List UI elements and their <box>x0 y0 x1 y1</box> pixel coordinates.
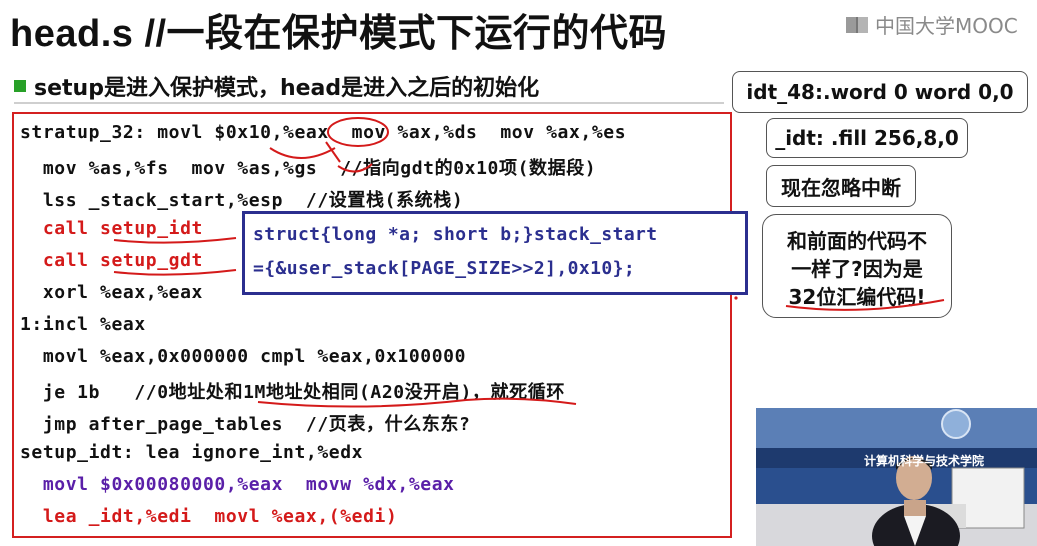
code-line-10: jmp after_page_tables //页表，什么东东? <box>20 414 471 435</box>
mooc-logo: 中国大学MOOC <box>845 10 1018 39</box>
struct-line-1: struct{long *a; short b;}stack_start <box>253 224 658 245</box>
video-banner-text: 计算机科学与技术学院 <box>864 454 985 468</box>
ignore-interrupt-box: 现在忽略中断 <box>766 165 916 207</box>
note-box: 和前面的代码不 一样了?因为是 32位汇编代码! <box>762 214 952 318</box>
code-line-call-setup-idt: call setup_idt <box>20 218 203 239</box>
header-divider <box>14 102 724 104</box>
note-line-1: 和前面的代码不 <box>787 229 927 253</box>
code-line-8: movl %eax,0x000000 cmpl %eax,0x100000 <box>20 346 467 367</box>
idt48-box: idt_48:.word 0 word 0,0 <box>732 71 1028 113</box>
struct-box: struct{long *a; short b;}stack_start ={&… <box>242 211 748 295</box>
note-line-3: 32位汇编代码! <box>788 285 926 309</box>
code-line-1: stratup_32: movl $0x10,%eax mov %ax,%ds … <box>20 122 627 143</box>
bullet-point: setup是进入保护模式，head是进入之后的初始化 <box>14 70 539 102</box>
lecturer-video-image <box>756 408 1037 546</box>
note-line-2: 一样了?因为是 <box>791 257 923 281</box>
code-line-call-setup-gdt: call setup_gdt <box>20 250 203 271</box>
code-line-11: setup_idt: lea ignore_int,%edx <box>20 442 364 463</box>
slide-title: head.s //一段在保护模式下运行的代码 <box>10 13 668 55</box>
bullet-text: setup是进入保护模式，head是进入之后的初始化 <box>34 76 540 101</box>
mooc-logo-icon <box>846 16 868 33</box>
code-line-12: movl $0x00080000,%eax movw %dx,%eax <box>20 474 455 495</box>
code-line-13: lea _idt,%edi movl %eax,(%edi) <box>20 506 398 527</box>
code-line-6: xorl %eax,%eax <box>20 282 203 303</box>
code-line-2: mov %as,%fs mov %as,%gs //指向gdt的0x10项(数据… <box>20 158 597 179</box>
bullet-square-icon <box>14 80 26 92</box>
code-line-9: je 1b //0地址处和1M地址处相同(A20没开启)，就死循环 <box>20 382 565 403</box>
code-line-7: 1:incl %eax <box>20 314 146 335</box>
struct-line-2: ={&user_stack[PAGE_SIZE>>2],0x10}; <box>253 258 636 279</box>
lecturer-video: 计算机科学与技术学院 <box>756 408 1037 546</box>
mooc-logo-text: 中国大学MOOC <box>875 14 1018 38</box>
idt-fill-box: _idt: .fill 256,8,0 <box>766 118 968 158</box>
code-line-3: lss _stack_start,%esp //设置栈(系统栈) <box>20 190 464 211</box>
